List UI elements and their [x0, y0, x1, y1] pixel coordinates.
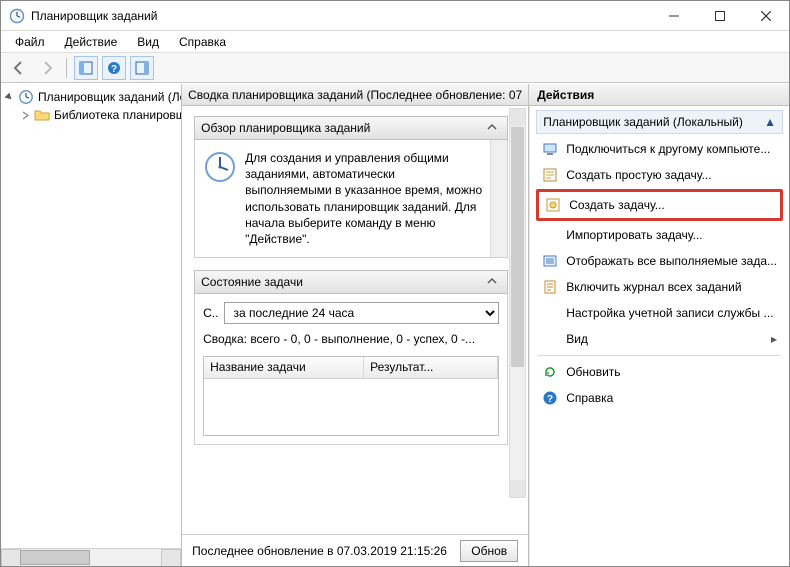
- toolbar: ?: [1, 53, 789, 83]
- action-connect[interactable]: Подключиться к другому компьюте...: [536, 136, 783, 162]
- folder-icon: [34, 107, 50, 123]
- minimize-button[interactable]: [651, 1, 697, 31]
- help-button[interactable]: ?: [102, 56, 126, 80]
- action-import-task[interactable]: Импортировать задачу...: [536, 222, 783, 248]
- scheduler-tree: Планировщик заданий (Лок Библиотека план…: [1, 84, 181, 548]
- action-view[interactable]: Вид ▸: [536, 326, 783, 352]
- chevron-right-icon: ▸: [771, 332, 777, 346]
- titlebar: Планировщик заданий: [1, 1, 789, 31]
- center-header: Сводка планировщика заданий (Последнее о…: [182, 84, 528, 106]
- overview-panel-body: Для создания и управления общими задания…: [194, 140, 508, 258]
- wizard-icon: [542, 167, 558, 183]
- action-enable-history[interactable]: Включить журнал всех заданий: [536, 274, 783, 300]
- action-create-task[interactable]: Создать задачу...: [539, 192, 780, 218]
- action-view-label: Вид: [566, 332, 588, 346]
- action-help-label: Справка: [566, 391, 613, 405]
- import-icon: [542, 227, 558, 243]
- col-task-name[interactable]: Название задачи: [204, 357, 364, 378]
- show-hide-tree-button[interactable]: [74, 56, 98, 80]
- action-help[interactable]: ? Справка: [536, 385, 783, 411]
- running-tasks-icon: [542, 253, 558, 269]
- overview-vscrollbar[interactable]: [490, 140, 507, 257]
- task-table: Название задачи Результат...: [203, 356, 499, 436]
- chevron-up-icon: [483, 121, 501, 136]
- tree-expand-icon[interactable]: [21, 111, 30, 120]
- history-icon: [542, 279, 558, 295]
- app-clock-icon: [9, 8, 25, 24]
- clock-icon: [18, 89, 34, 105]
- tree-hscrollbar[interactable]: [1, 548, 181, 566]
- status-panel-body: С.. за последние 24 часа Сводка: всего -…: [194, 294, 508, 445]
- actions-title: Действия: [537, 88, 594, 102]
- status-summary: Сводка: всего - 0, 0 - выполнение, 0 - у…: [203, 332, 499, 346]
- menu-view[interactable]: Вид: [129, 33, 167, 51]
- status-period-select[interactable]: за последние 24 часа: [224, 302, 499, 324]
- actions-subtitle: Планировщик заданий (Локальный): [543, 115, 743, 129]
- menu-file[interactable]: Файл: [7, 33, 53, 51]
- computer-icon: [542, 141, 558, 157]
- col-result[interactable]: Результат...: [364, 357, 498, 378]
- action-import-label: Импортировать задачу...: [566, 228, 702, 242]
- actions-separator: [538, 355, 781, 356]
- refresh-button[interactable]: Обнов: [460, 540, 518, 562]
- menubar: Файл Действие Вид Справка: [1, 31, 789, 53]
- window-title: Планировщик заданий: [31, 9, 157, 23]
- tree-pane: Планировщик заданий (Лок Библиотека план…: [1, 84, 182, 566]
- status-prefix: С..: [203, 306, 218, 320]
- task-table-header: Название задачи Результат...: [204, 357, 498, 379]
- svg-text:?: ?: [111, 64, 117, 75]
- task-icon: [545, 197, 561, 213]
- action-account-settings[interactable]: Настройка учетной записи службы ...: [536, 300, 783, 326]
- menu-help[interactable]: Справка: [171, 33, 234, 51]
- center-vscrollbar[interactable]: [509, 108, 526, 498]
- status-title: Состояние задачи: [201, 275, 303, 289]
- action-create-basic-label: Создать простую задачу...: [566, 168, 711, 182]
- center-pane: Сводка планировщика заданий (Последнее о…: [182, 84, 529, 566]
- tree-root[interactable]: Планировщик заданий (Лок: [3, 88, 179, 106]
- action-show-running-label: Отображать все выполняемые зада...: [566, 254, 777, 268]
- highlight-create-task: Создать задачу...: [536, 189, 783, 221]
- tree-root-label: Планировщик заданий (Лок: [38, 90, 181, 104]
- center-body: Обзор планировщика заданий Для создания …: [182, 106, 528, 534]
- actions-pane: Действия Планировщик заданий (Локальный)…: [529, 84, 789, 566]
- show-hide-action-pane-button[interactable]: [130, 56, 154, 80]
- status-panel-header[interactable]: Состояние задачи: [194, 270, 508, 294]
- overview-panel-header[interactable]: Обзор планировщика заданий: [194, 116, 508, 140]
- action-refresh[interactable]: Обновить: [536, 359, 783, 385]
- action-connect-label: Подключиться к другому компьюте...: [566, 142, 770, 156]
- close-button[interactable]: [743, 1, 789, 31]
- action-account-settings-label: Настройка учетной записи службы ...: [566, 306, 773, 320]
- action-enable-history-label: Включить журнал всех заданий: [566, 280, 741, 294]
- main-area: Планировщик заданий (Лок Библиотека план…: [1, 83, 789, 566]
- nav-back-button[interactable]: [7, 56, 31, 80]
- action-create-basic-task[interactable]: Создать простую задачу...: [536, 162, 783, 188]
- menu-action[interactable]: Действие: [57, 33, 126, 51]
- large-clock-icon: [203, 150, 237, 247]
- tree-library[interactable]: Библиотека планировщ: [3, 106, 179, 124]
- svg-text:?: ?: [547, 394, 553, 405]
- overview-title: Обзор планировщика заданий: [201, 121, 370, 135]
- tree-collapse-icon[interactable]: [5, 93, 14, 102]
- triangle-up-icon: ▲: [764, 115, 776, 129]
- view-icon: [542, 331, 558, 347]
- tree-library-label: Библиотека планировщ: [54, 108, 181, 122]
- center-header-text: Сводка планировщика заданий (Последнее о…: [188, 88, 522, 102]
- action-create-task-label: Создать задачу...: [569, 198, 665, 212]
- help-icon: ?: [542, 390, 558, 406]
- actions-header: Действия: [529, 84, 789, 106]
- overview-text: Для создания и управления общими задания…: [245, 150, 482, 247]
- action-show-running[interactable]: Отображать все выполняемые зада...: [536, 248, 783, 274]
- nav-forward-button[interactable]: [35, 56, 59, 80]
- toolbar-separator: [66, 58, 67, 78]
- chevron-up-icon: [483, 275, 501, 290]
- last-update-text: Последнее обновление в 07.03.2019 21:15:…: [192, 544, 452, 558]
- maximize-button[interactable]: [697, 1, 743, 31]
- action-refresh-label: Обновить: [566, 365, 620, 379]
- settings-icon: [542, 305, 558, 321]
- refresh-icon: [542, 364, 558, 380]
- center-footer: Последнее обновление в 07.03.2019 21:15:…: [182, 534, 528, 566]
- actions-subheader[interactable]: Планировщик заданий (Локальный) ▲: [536, 110, 783, 134]
- actions-body: Планировщик заданий (Локальный) ▲ Подклю…: [529, 106, 789, 566]
